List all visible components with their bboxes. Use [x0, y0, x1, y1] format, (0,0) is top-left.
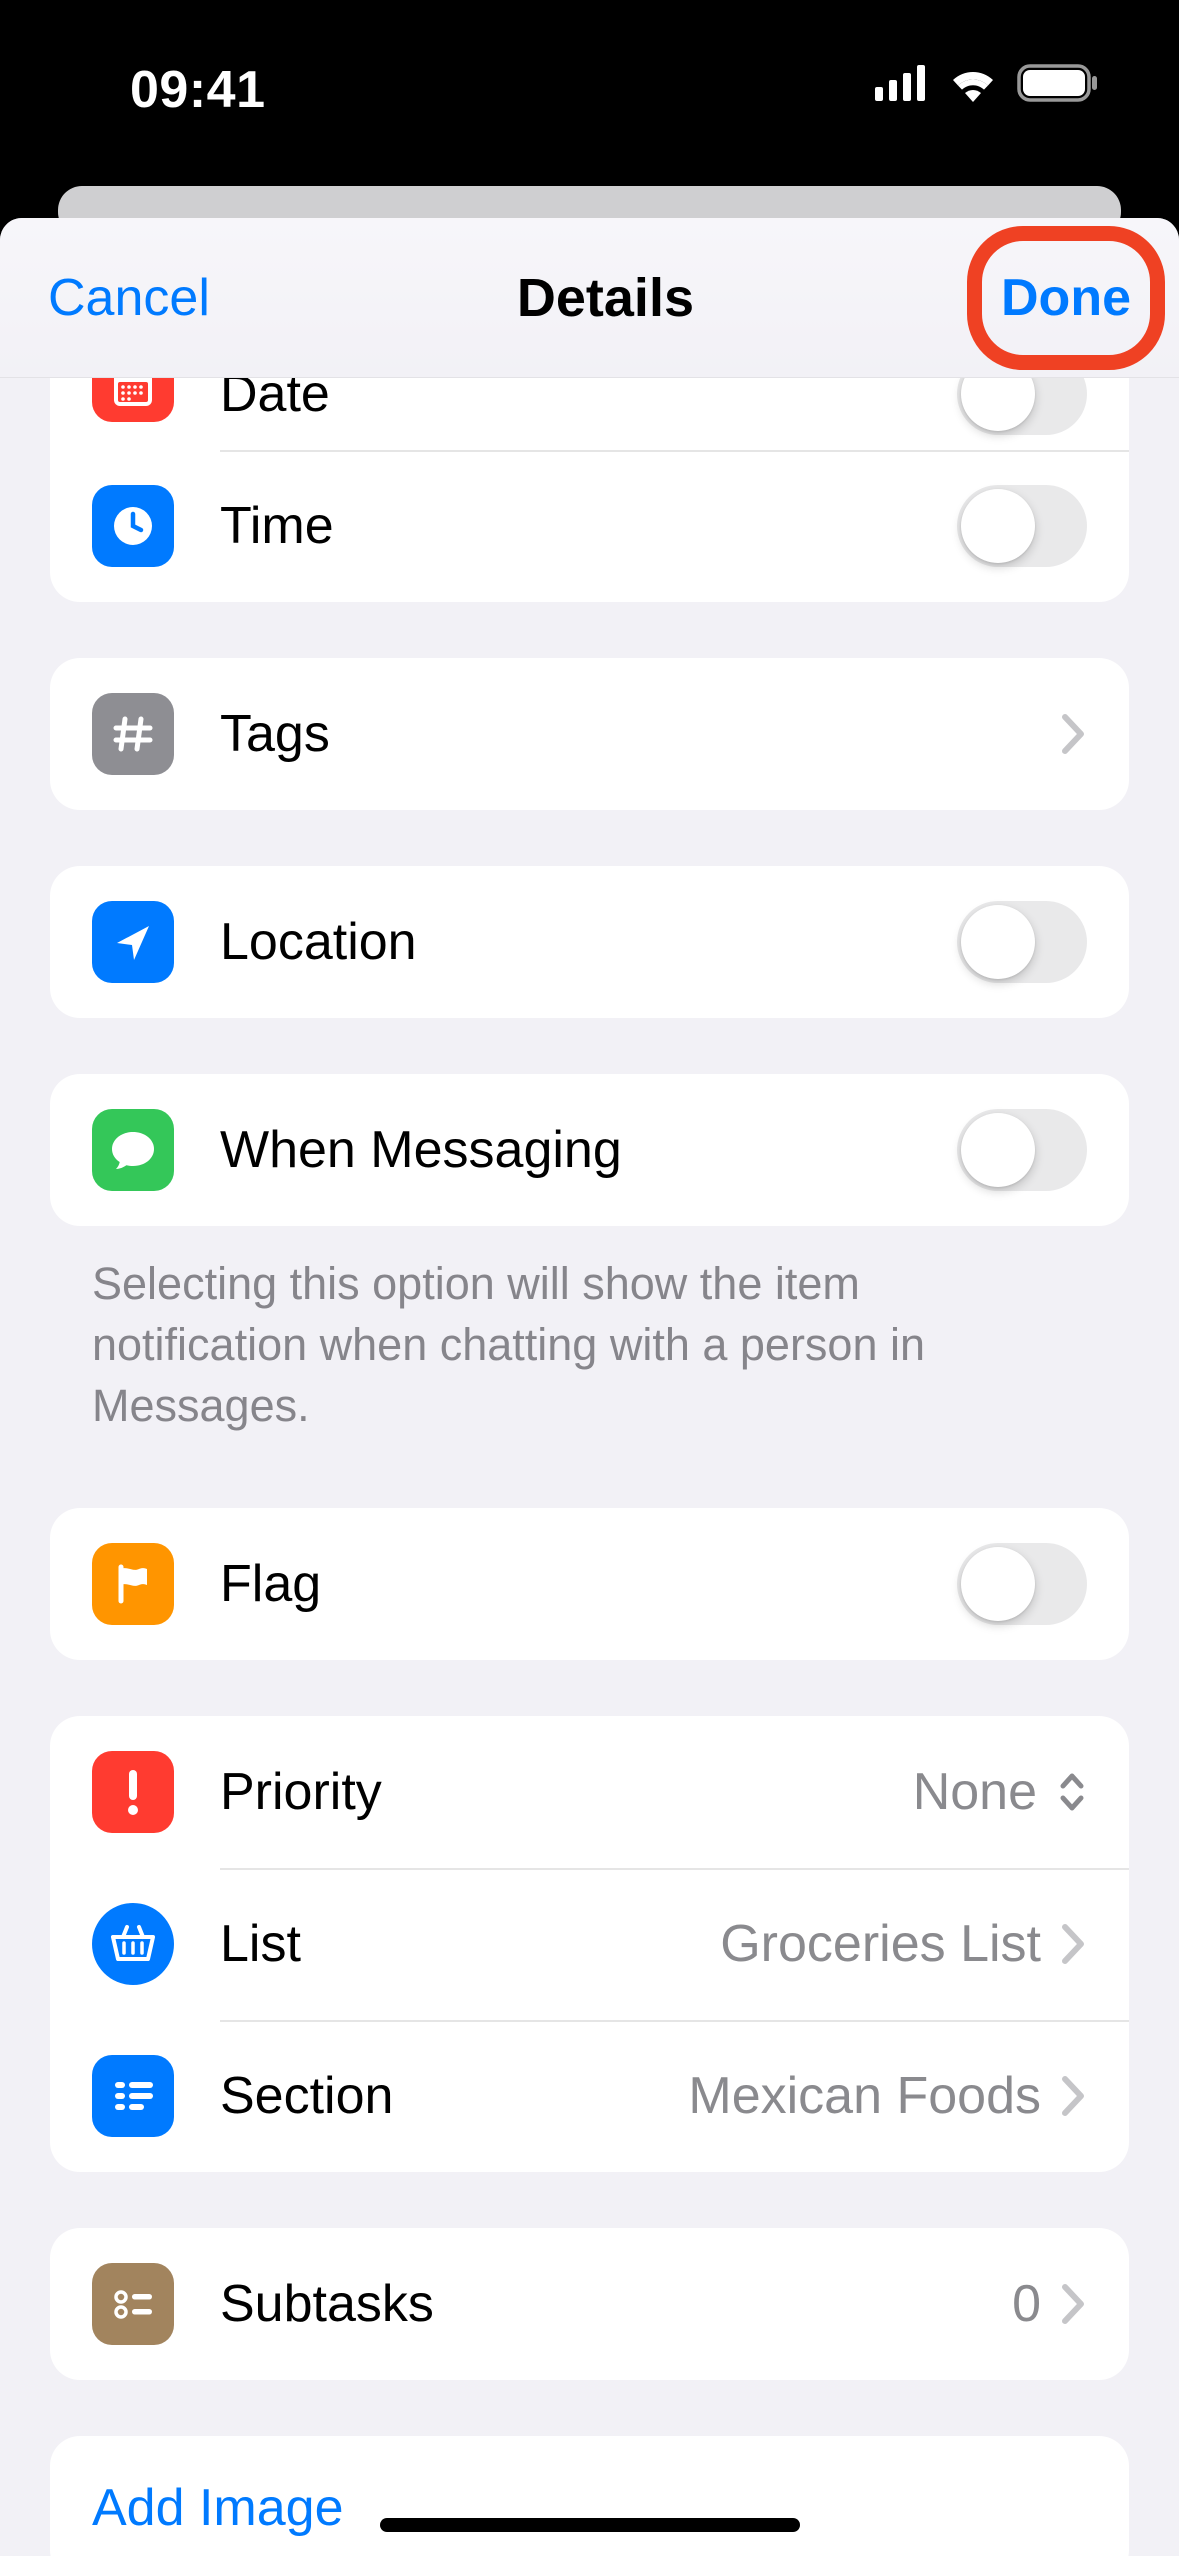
- group-messaging: When Messaging: [50, 1074, 1129, 1226]
- chevron-right-icon: [1061, 1923, 1087, 1965]
- content-scroll[interactable]: Date Time Tags: [0, 378, 1179, 2556]
- subtasks-label: Subtasks: [220, 2274, 1012, 2334]
- row-subtasks[interactable]: Subtasks 0: [50, 2228, 1129, 2380]
- messaging-footer-note: Selecting this option will show the item…: [50, 1226, 1129, 1436]
- row-date[interactable]: Date: [50, 378, 1129, 450]
- status-bar: 09:41: [0, 0, 1179, 180]
- done-button-highlight: [967, 226, 1165, 370]
- signal-icon: [875, 65, 929, 101]
- messaging-toggle[interactable]: [957, 1109, 1087, 1191]
- home-indicator: [380, 2518, 800, 2532]
- list-label: List: [220, 1914, 720, 1974]
- group-location: Location: [50, 866, 1129, 1018]
- priority-label: Priority: [220, 1762, 913, 1822]
- group-flag: Flag: [50, 1508, 1129, 1660]
- location-label: Location: [220, 912, 957, 972]
- exclamation-icon: [92, 1751, 174, 1833]
- row-add-image[interactable]: Add Image: [50, 2436, 1129, 2556]
- list-icon: [92, 2055, 174, 2137]
- group-subtasks: Subtasks 0: [50, 2228, 1129, 2380]
- section-label: Section: [220, 2066, 688, 2126]
- battery-icon: [1017, 64, 1099, 102]
- row-list[interactable]: List Groceries List: [50, 1868, 1129, 2020]
- messaging-label: When Messaging: [220, 1120, 957, 1180]
- list-value: Groceries List: [720, 1914, 1041, 1974]
- row-priority[interactable]: Priority None: [50, 1716, 1129, 1868]
- status-time: 09:41: [130, 60, 266, 120]
- priority-value: None: [913, 1762, 1037, 1822]
- flag-icon: [92, 1543, 174, 1625]
- date-toggle[interactable]: [957, 378, 1087, 435]
- details-sheet: Cancel Details Done Date: [0, 218, 1179, 2556]
- nav-arrow-icon: [92, 901, 174, 983]
- group-organization: Priority None List Groceries List: [50, 1716, 1129, 2172]
- messages-icon: [92, 1109, 174, 1191]
- tags-label: Tags: [220, 704, 1061, 764]
- row-section[interactable]: Section Mexican Foods: [50, 2020, 1129, 2172]
- calendar-icon: [92, 378, 174, 422]
- time-label: Time: [220, 496, 957, 556]
- flag-toggle[interactable]: [957, 1543, 1087, 1625]
- section-value: Mexican Foods: [688, 2066, 1041, 2126]
- status-indicators: [875, 60, 1119, 102]
- basket-icon: [92, 1903, 174, 1985]
- chevron-right-icon: [1061, 713, 1087, 755]
- wifi-icon: [947, 64, 999, 102]
- navbar: Cancel Details Done: [0, 218, 1179, 378]
- row-flag[interactable]: Flag: [50, 1508, 1129, 1660]
- time-toggle[interactable]: [957, 485, 1087, 567]
- location-toggle[interactable]: [957, 901, 1087, 983]
- group-datetime: Date Time: [50, 378, 1129, 602]
- add-image-button[interactable]: Add Image: [92, 2479, 344, 2537]
- row-time[interactable]: Time: [50, 450, 1129, 602]
- date-label: Date: [220, 378, 957, 424]
- group-tags: Tags: [50, 658, 1129, 810]
- subtasks-value: 0: [1012, 2274, 1041, 2334]
- clock-icon: [92, 485, 174, 567]
- subtasks-icon: [92, 2263, 174, 2345]
- up-down-icon: [1057, 1770, 1087, 1814]
- row-tags[interactable]: Tags: [50, 658, 1129, 810]
- page-title: Details: [517, 267, 694, 329]
- chevron-right-icon: [1061, 2283, 1087, 2325]
- chevron-right-icon: [1061, 2075, 1087, 2117]
- cancel-button[interactable]: Cancel: [48, 268, 210, 328]
- row-location[interactable]: Location: [50, 866, 1129, 1018]
- hash-icon: [92, 693, 174, 775]
- row-messaging[interactable]: When Messaging: [50, 1074, 1129, 1226]
- flag-label: Flag: [220, 1554, 957, 1614]
